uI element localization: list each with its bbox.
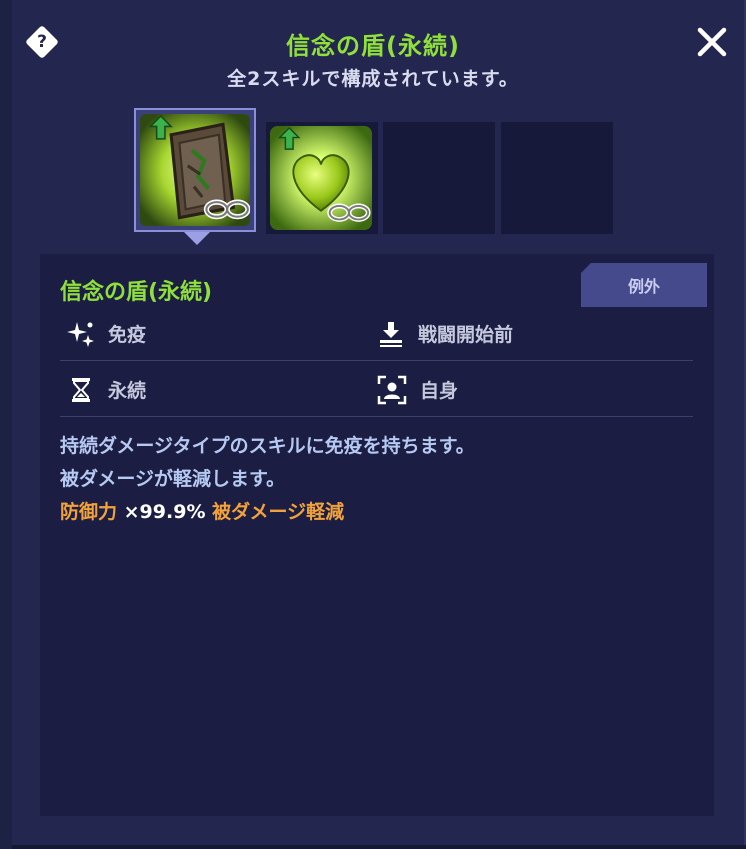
download-tray-icon (380, 321, 402, 347)
popup-title: 信念の盾(永続) (286, 32, 460, 60)
attribute-duration: 永続 (66, 362, 146, 417)
selected-pointer-arrow (184, 232, 210, 245)
attribute-row-1: 免疫 戦闘開始前 (60, 306, 693, 361)
description-line-1: 持続ダメージタイプのスキルに免疫を持ちます。 (60, 435, 475, 457)
skill-slot-2[interactable] (266, 122, 378, 234)
skill-slot-3-empty (383, 122, 495, 234)
popup-subtitle: 全2スキルで構成されています。 (227, 68, 519, 90)
background-left-strip (0, 0, 12, 849)
skill-detail-panel: 信念の盾(永続) 例外 免疫 戦闘開始前 永続 自身 持続ダメージタイプのスキル… (40, 254, 714, 816)
row-divider (60, 416, 693, 417)
green-heart-infinity-icon (269, 126, 373, 230)
effect-line: 防御力 ×99.9% 被ダメージ軽減 (60, 496, 690, 529)
hourglass-icon (72, 377, 90, 402)
attribute-immunity: 免疫 (66, 306, 146, 361)
sparkle-icon (67, 321, 94, 347)
attribute-row-2: 永続 自身 (60, 362, 693, 417)
self-target-icon (377, 375, 407, 404)
skill-slot-4-empty (501, 122, 613, 234)
row-divider (60, 360, 693, 361)
skill-slot-1[interactable] (134, 108, 256, 232)
skill-name: 信念の盾(永続) (60, 280, 213, 305)
rune-tablet-infinity-icon (140, 114, 250, 226)
description-line-2: 被ダメージが軽減します。 (60, 468, 286, 490)
attribute-target: 自身 (376, 362, 458, 417)
category-tag: 例外 (581, 263, 707, 307)
effect-value: ×99.9% (123, 501, 206, 523)
effect-stat: 防御力 (60, 501, 118, 523)
skill-description: 持続ダメージタイプのスキルに免疫を持ちます。 被ダメージが軽減します。 防御力 … (60, 430, 690, 529)
effect-result: 被ダメージ軽減 (212, 501, 345, 523)
attribute-timing: 戦闘開始前 (376, 306, 513, 361)
